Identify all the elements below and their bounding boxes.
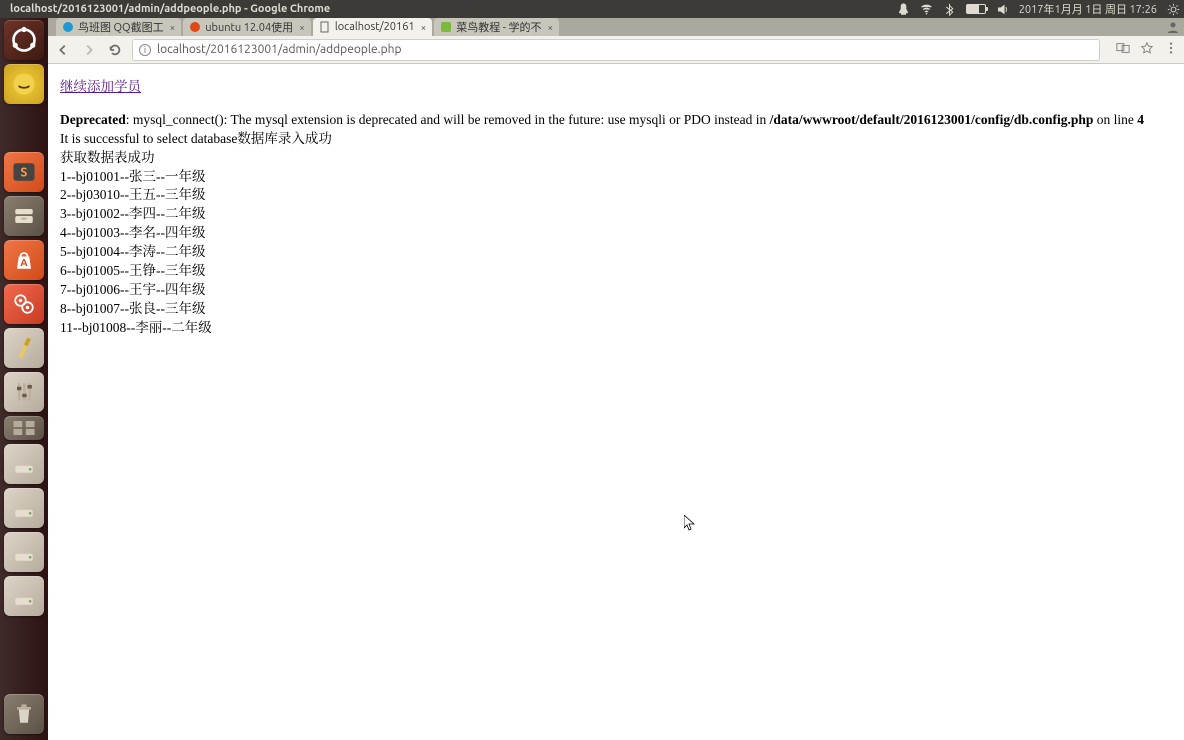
reload-button[interactable] (106, 41, 124, 59)
add-student-link[interactable]: 继续添加学员 (60, 79, 141, 94)
tab-ubuntu-1204[interactable]: ubuntu 12.04使用 × (183, 18, 311, 36)
launcher-brush[interactable] (4, 328, 44, 368)
db-select-success: It is successful to select database数据库录入… (60, 130, 1172, 149)
launcher-drive-3[interactable] (4, 532, 44, 572)
battery-icon[interactable] (966, 4, 986, 14)
favicon-doc-icon (319, 21, 331, 33)
launcher-software-center[interactable]: A (4, 240, 44, 280)
launcher-trash[interactable] (4, 694, 44, 734)
chrome-window: 鸟班图 QQ截图工 × ubuntu 12.04使用 × localhost/2… (48, 18, 1184, 740)
favicon-ubuntu (189, 21, 201, 33)
record-row: 6--bj01005--王铮--三年级 (60, 262, 1172, 281)
ubuntu-menubar: localhost/2016123001/admin/addpeople.php… (0, 0, 1184, 18)
svg-text:S: S (20, 165, 27, 179)
chrome-menu-icon[interactable] (1164, 41, 1178, 59)
unity-launcher: S A (0, 18, 48, 740)
launcher-settings[interactable] (4, 284, 44, 324)
records-list: 1--bj01001--张三--一年级 2--bj03010--王五--三年级 … (60, 168, 1172, 338)
deprecated-online: on line (1093, 112, 1137, 127)
tab-label: 菜鸟教程 - 学的不 (456, 19, 541, 35)
record-row: 4--bj01003--李名--四年级 (60, 224, 1172, 243)
tab-close-icon[interactable]: × (548, 22, 554, 33)
tab-qq-screenshot[interactable]: 鸟班图 QQ截图工 × (56, 18, 181, 36)
launcher-drive-2[interactable] (4, 488, 44, 528)
omnibox[interactable]: i localhost/2016123001/admin/addpeople.p… (132, 39, 1100, 61)
tab-localhost[interactable]: localhost/20161 × (313, 18, 432, 36)
deprecated-path: /data/wwwroot/default/2016123001/config/… (770, 112, 1094, 127)
deprecated-warning: Deprecated: mysql_connect(): The mysql e… (60, 111, 1172, 130)
record-row: 11--bj01008--李丽--二年级 (60, 319, 1172, 338)
launcher-drive-4[interactable] (4, 576, 44, 616)
tab-close-icon[interactable]: × (299, 22, 305, 33)
favicon-runoob (440, 21, 452, 33)
record-row: 3--bj01002--李四--二年级 (60, 205, 1172, 224)
favicon-qq (62, 21, 74, 33)
record-row: 7--bj01006--王宇--四年级 (60, 281, 1172, 300)
forward-button[interactable] (80, 41, 98, 59)
tab-runoob[interactable]: 菜鸟教程 - 学的不 × (434, 18, 559, 36)
penguin-icon[interactable] (897, 3, 910, 16)
sound-icon[interactable] (996, 3, 1009, 16)
tab-close-icon[interactable]: × (421, 22, 427, 33)
back-button[interactable] (54, 41, 72, 59)
tab-strip: 鸟班图 QQ截图工 × ubuntu 12.04使用 × localhost/2… (48, 18, 1184, 36)
tab-label: ubuntu 12.04使用 (205, 19, 293, 35)
site-info-icon[interactable]: i (139, 44, 151, 56)
bluetooth-icon[interactable] (943, 3, 956, 16)
clock[interactable]: 2017年1月月 1日 周日 17:26 (1019, 1, 1157, 17)
record-row: 2--bj03010--王五--三年级 (60, 186, 1172, 205)
table-select-success: 获取数据表成功 (60, 149, 1172, 168)
tab-label: 鸟班图 QQ截图工 (78, 19, 164, 35)
url-text: localhost/2016123001/admin/addpeople.php (157, 43, 401, 56)
launcher-workspace-switcher[interactable] (4, 416, 44, 440)
wifi-icon[interactable] (920, 3, 933, 16)
session-cog-icon[interactable] (1167, 3, 1180, 16)
page-body: 继续添加学员 Deprecated: mysql_connect(): The … (48, 64, 1184, 740)
deprecated-label: Deprecated (60, 112, 126, 127)
record-row: 5--bj01004--李涛--二年级 (60, 243, 1172, 262)
menubar-indicators: 2017年1月月 1日 周日 17:26 (897, 1, 1180, 17)
record-row: 1--bj01001--张三--一年级 (60, 168, 1172, 187)
tab-close-icon[interactable]: × (170, 22, 176, 33)
deprecated-linenum: 4 (1137, 112, 1144, 127)
launcher-ubuntu-dash[interactable] (4, 20, 44, 60)
launcher-drive-1[interactable] (4, 444, 44, 484)
chrome-user-avatar[interactable] (1162, 18, 1184, 36)
launcher-sublime[interactable]: S (4, 152, 44, 192)
launcher-sound-settings[interactable] (4, 372, 44, 412)
svg-text:A: A (20, 256, 28, 268)
bookmark-star-icon[interactable] (1140, 41, 1154, 59)
launcher-app-yellow[interactable] (4, 64, 44, 104)
window-title: localhost/2016123001/admin/addpeople.php… (10, 3, 330, 15)
tab-label: localhost/20161 (335, 21, 415, 33)
deprecated-msg: : mysql_connect(): The mysql extension i… (126, 112, 770, 127)
record-row: 8--bj01007--张良--三年级 (60, 300, 1172, 319)
chrome-toolbar: i localhost/2016123001/admin/addpeople.p… (48, 36, 1184, 64)
launcher-files[interactable] (4, 196, 44, 236)
translate-icon[interactable] (1116, 41, 1130, 59)
